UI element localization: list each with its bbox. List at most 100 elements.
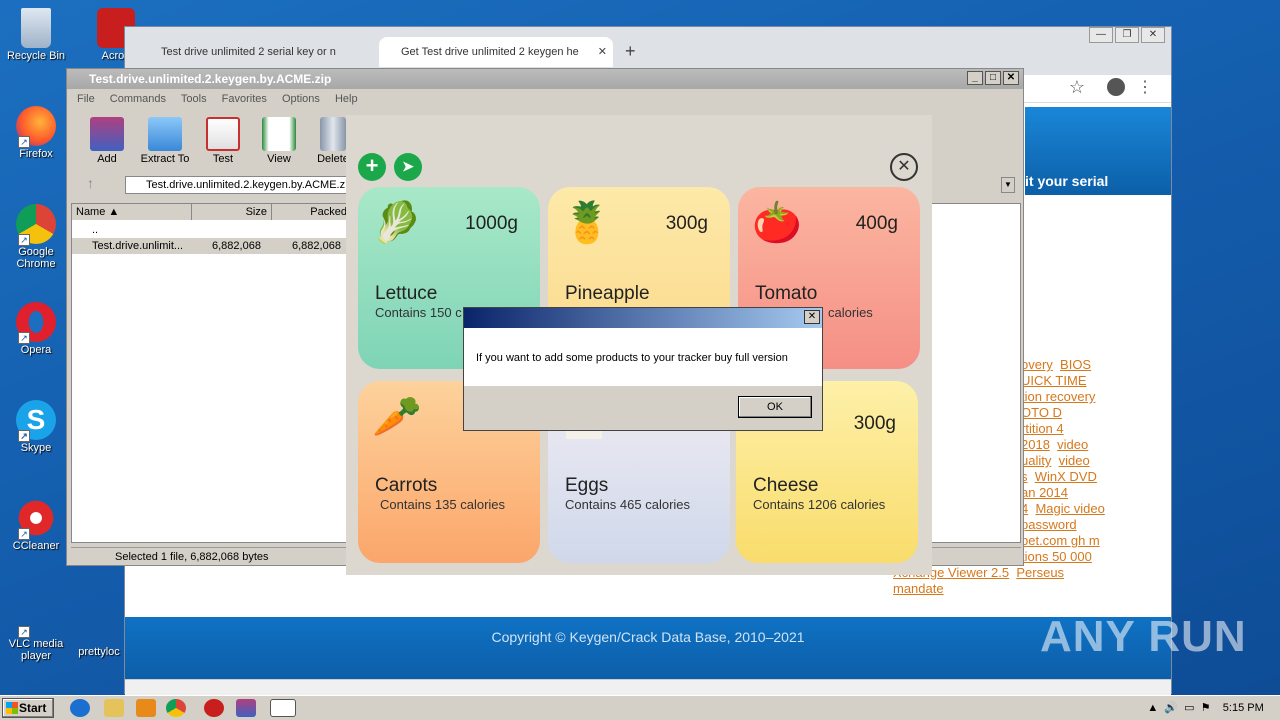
add-button[interactable]: Add — [79, 117, 135, 165]
start-button[interactable]: Start — [2, 698, 54, 718]
link[interactable]: uality — [1021, 453, 1051, 468]
close-button[interactable]: ✕ — [1141, 27, 1165, 43]
menu-options[interactable]: Options — [282, 93, 320, 105]
desktop-icon-skype[interactable]: S ↗ Skype — [6, 400, 66, 454]
menu-tools[interactable]: Tools — [181, 93, 207, 105]
menu-help[interactable]: Help — [335, 93, 358, 105]
tab-label: Test drive unlimited 2 serial key or n — [161, 46, 336, 58]
add-product-button[interactable]: + — [358, 153, 386, 181]
network-icon[interactable]: ▭ — [1184, 702, 1194, 714]
link[interactable]: video — [1059, 453, 1090, 468]
up-arrow-icon[interactable]: ↑ — [87, 175, 94, 191]
minimize-button[interactable]: — — [1089, 27, 1113, 43]
close-tab-icon[interactable]: ✕ — [598, 37, 607, 67]
product-calories: Contains 135 calories — [380, 497, 506, 512]
link[interactable]: video — [1057, 437, 1088, 452]
dialog-close-button[interactable]: ✕ — [804, 310, 820, 324]
desktop-icon-opera[interactable]: ↗ Opera — [6, 302, 66, 356]
link[interactable]: tions 50 000 — [1021, 549, 1092, 564]
tray-arrow-icon[interactable]: ▲ — [1147, 702, 1158, 714]
link[interactable]: bet.com gh m — [1021, 533, 1100, 548]
browser-tab-1[interactable]: Test drive unlimited 2 serial key or n — [139, 37, 361, 67]
product-name: Cheese — [753, 475, 819, 496]
message-dialog: ✕ If you want to add some products to yo… — [463, 307, 823, 431]
volume-icon[interactable]: 🔊 — [1164, 702, 1178, 714]
dropdown-arrow-icon[interactable]: ▼ — [1001, 177, 1015, 193]
flag-icon[interactable]: ⚑ — [1201, 702, 1211, 714]
path-text: Test.drive.unlimited.2.keygen.by.ACME.z — [146, 179, 346, 191]
desktop-icon-prettyloc[interactable]: prettyloc — [72, 646, 126, 658]
table-row[interactable]: Test.drive.unlimit... 6,882,068 6,882,06… — [72, 238, 350, 254]
profile-icon[interactable] — [1107, 78, 1125, 96]
link[interactable]: BIOS — [1060, 357, 1091, 372]
firefox-icon: ↗ — [16, 106, 56, 148]
product-calories: calories — [828, 305, 873, 320]
view-button[interactable]: View — [251, 117, 307, 165]
column-header-name[interactable]: Name ▲ — [72, 204, 192, 220]
column-header-packed[interactable]: Packed — [272, 204, 352, 220]
media-player-icon[interactable] — [136, 699, 156, 717]
link[interactable]: WinX DVD — [1035, 469, 1097, 484]
column-header-size[interactable]: Size — [192, 204, 272, 220]
desktop-icon-label: Recycle Bin — [6, 50, 66, 62]
delete-label: Delete — [317, 153, 349, 165]
page-footer: Copyright © Keygen/Crack Data Base, 2010… — [125, 617, 1171, 679]
add-icon — [90, 117, 124, 151]
maximize-button[interactable]: ❐ — [1115, 27, 1139, 43]
winrar-taskbar-icon[interactable] — [236, 699, 256, 717]
link[interactable]: an 2014 — [1021, 485, 1068, 500]
minimize-button[interactable]: _ — [967, 71, 983, 85]
telegram-button[interactable]: ➤ — [394, 153, 422, 181]
browser-tab-2[interactable]: Get Test drive unlimited 2 keygen he ✕ — [379, 37, 613, 67]
desktop-icon-label: CCleaner — [12, 540, 60, 552]
row-packed: 6,882,068 — [292, 240, 341, 252]
link[interactable]: tion recovery — [1021, 389, 1095, 404]
system-tray: ▲ 🔊 ▭ ⚑ 5:15 PM — [1147, 698, 1276, 718]
test-button[interactable]: Test — [195, 117, 251, 165]
link[interactable]: mandate — [893, 581, 944, 596]
opera-taskbar-icon[interactable] — [204, 699, 224, 717]
maximize-button[interactable]: □ — [985, 71, 1001, 85]
menu-commands[interactable]: Commands — [110, 93, 166, 105]
ie-icon[interactable] — [70, 699, 90, 717]
horizontal-scrollbar[interactable] — [125, 679, 1171, 695]
close-button[interactable]: ✕ — [1003, 71, 1019, 85]
close-tracker-button[interactable]: ✕ — [890, 153, 918, 181]
ok-button[interactable]: OK — [738, 396, 812, 418]
menu-icon[interactable]: ⋮ — [1137, 77, 1153, 97]
row-size: 6,882,068 — [212, 240, 261, 252]
clipboard-icon — [206, 117, 240, 151]
desktop-icon-chrome[interactable]: ↗ Google Chrome — [6, 204, 66, 270]
link[interactable]: rtition 4 — [1021, 421, 1064, 436]
desktop-icon-label: Google Chrome — [16, 246, 56, 270]
explorer-icon[interactable] — [104, 699, 124, 717]
path-field[interactable]: Test.drive.unlimited.2.keygen.by.ACME.z — [125, 176, 351, 194]
link[interactable]: 2018 — [1021, 437, 1050, 452]
product-name: Tomato — [755, 283, 818, 304]
link[interactable]: overy — [1021, 357, 1053, 372]
desktop-icon-ccleaner[interactable]: ↗ CCleaner — [6, 498, 66, 552]
menu-favorites[interactable]: Favorites — [222, 93, 267, 105]
link[interactable]: password — [1021, 517, 1077, 532]
link[interactable]: OTO D — [1021, 405, 1062, 420]
product-weight: 400g — [855, 213, 898, 234]
tracker-taskbar-icon[interactable] — [270, 699, 296, 717]
chrome-taskbar-icon[interactable] — [166, 699, 186, 717]
new-tab-icon[interactable]: + — [625, 41, 636, 62]
desktop-icon-firefox[interactable]: ↗ Firefox — [6, 106, 66, 160]
menu-file[interactable]: File — [77, 93, 95, 105]
clock[interactable]: 5:15 PM — [1223, 702, 1264, 714]
link[interactable]: Perseus — [1016, 565, 1064, 580]
product-weight: 300g — [853, 413, 896, 434]
link[interactable]: UICK TIME — [1021, 373, 1087, 388]
desktop-icon-recycle-bin[interactable]: Recycle Bin — [6, 8, 66, 62]
star-icon[interactable]: ☆ — [1069, 77, 1085, 98]
desktop-icon-vlc[interactable]: ↗ VLC media player — [6, 596, 66, 662]
start-label: Start — [19, 701, 47, 715]
extract-to-button[interactable]: Extract To — [137, 117, 193, 165]
product-name: Pineapple — [565, 283, 650, 304]
link[interactable]: Magic video — [1035, 501, 1104, 516]
table-row[interactable]: .. — [72, 222, 350, 238]
product-name: Eggs — [565, 475, 609, 496]
add-label: Add — [97, 153, 117, 165]
